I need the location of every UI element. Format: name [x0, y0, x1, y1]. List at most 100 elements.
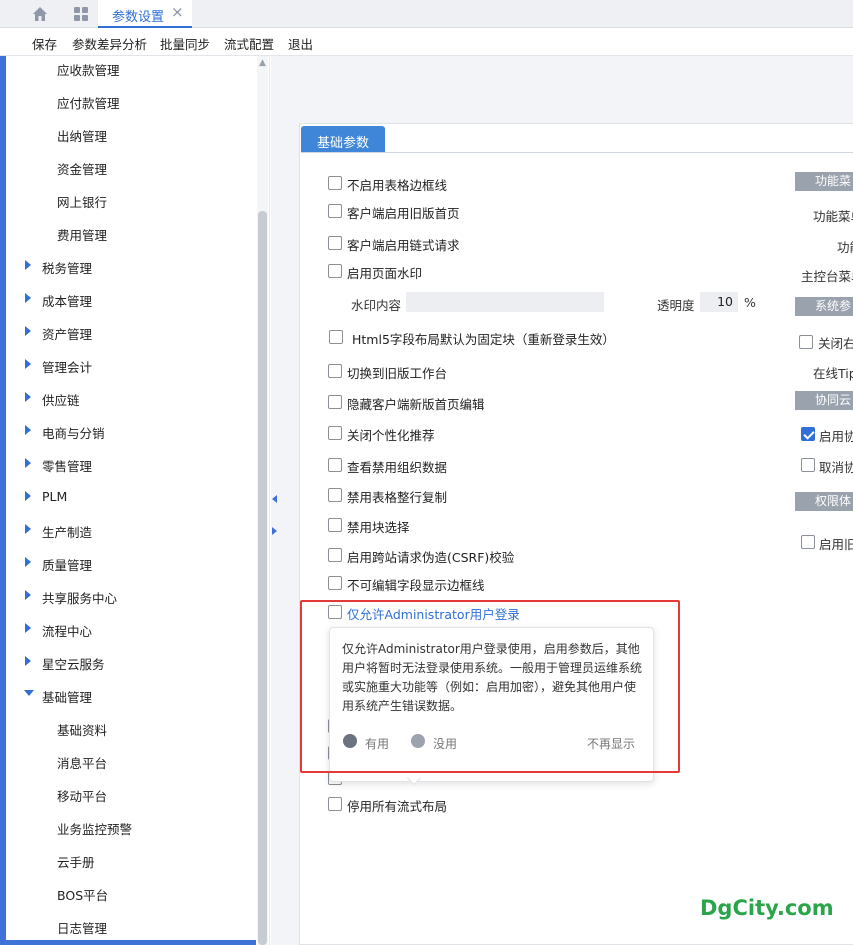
right-label: 主控台菜单 [801, 269, 853, 284]
option-label: 隐藏客户端新版首页编辑 [347, 397, 485, 412]
tab-basic-params[interactable]: 基础参数 [301, 126, 385, 153]
option-label: 客户端启用链式请求 [347, 238, 460, 253]
option-label: 启用页面水印 [347, 266, 423, 281]
option-checkbox[interactable] [328, 458, 342, 472]
sidebar-item[interactable]: 供应链 [42, 390, 80, 409]
option-label: 不可编辑字段显示边框线 [347, 578, 485, 593]
option-checkbox[interactable] [328, 797, 342, 811]
sidebar-item[interactable]: 应收款管理 [57, 60, 120, 79]
group-header-collab-cloud: 协同云 [795, 391, 853, 410]
sidebar-item[interactable]: 费用管理 [57, 225, 107, 244]
scroll-up-icon[interactable]: ▲ [258, 58, 267, 68]
sidebar-item[interactable]: 资金管理 [57, 159, 107, 178]
opacity-unit: % [744, 295, 756, 310]
sidebar-selected-indicator [6, 940, 256, 945]
param-diff-analysis-button[interactable]: 参数差异分析 [72, 34, 147, 53]
option-checkbox-checked[interactable] [801, 427, 815, 441]
expand-arrow-icon[interactable] [25, 260, 31, 270]
right-label: 启用协 [819, 429, 853, 444]
save-button[interactable]: 保存 [32, 34, 57, 53]
expand-arrow-icon[interactable] [25, 590, 31, 600]
option-checkbox[interactable] [328, 264, 342, 278]
expand-arrow-icon[interactable] [25, 557, 31, 567]
sidebar-item[interactable]: 资产管理 [42, 324, 92, 343]
right-label: 关闭右 [818, 336, 853, 351]
sidebar-item[interactable]: 业务监控预警 [57, 819, 132, 838]
option-checkbox[interactable] [328, 236, 342, 250]
sidebar-item[interactable]: 日志管理 [57, 918, 107, 937]
expand-arrow-icon[interactable] [25, 392, 31, 402]
option-checkbox[interactable] [328, 518, 342, 532]
option-label: 停用所有流式布局 [347, 799, 448, 814]
option-checkbox[interactable] [328, 395, 342, 409]
right-label: 功能菜单 [813, 209, 853, 224]
tab-label: 参数设置 [112, 10, 165, 25]
sidebar: 应收款管理 应付款管理 出纳管理 资金管理 网上银行 费用管理 税务管理 成本管… [0, 56, 270, 945]
flow-config-button[interactable]: 流式配置 [224, 34, 274, 53]
option-label: 客户端启用旧版首页 [347, 206, 460, 221]
option-checkbox[interactable] [799, 335, 813, 349]
option-checkbox[interactable] [328, 176, 342, 190]
option-checkbox[interactable] [328, 204, 342, 218]
sidebar-scrollbar-thumb[interactable] [258, 211, 267, 945]
group-header-function-menu: 功能菜 [795, 172, 853, 191]
sidebar-item[interactable]: 星空云服务 [42, 654, 105, 673]
sidebar-item-basic-management[interactable]: 基础管理 [42, 687, 92, 706]
expand-arrow-icon[interactable] [25, 623, 31, 633]
right-label: 在线Tip [813, 366, 853, 381]
sidebar-item[interactable]: 电商与分销 [42, 423, 105, 442]
option-checkbox[interactable] [801, 458, 815, 472]
expand-arrow-icon[interactable] [25, 524, 31, 534]
home-icon[interactable] [30, 4, 50, 24]
option-checkbox[interactable] [801, 535, 815, 549]
expand-arrow-icon[interactable] [25, 326, 31, 336]
panel-divider [301, 152, 853, 153]
expand-arrow-icon[interactable] [25, 293, 31, 303]
right-label: 功能 [837, 240, 853, 255]
sidebar-item[interactable]: BOS平台 [57, 885, 108, 904]
expand-arrow-icon[interactable] [25, 656, 31, 666]
watermark-content-label: 水印内容 [351, 298, 402, 313]
sidebar-item[interactable]: 移动平台 [57, 786, 107, 805]
sidebar-item[interactable]: PLM [42, 489, 67, 504]
option-checkbox[interactable] [328, 576, 342, 590]
opacity-input[interactable]: 10 [700, 292, 738, 312]
sidebar-item[interactable]: 消息平台 [57, 753, 107, 772]
sidebar-item[interactable]: 生产制造 [42, 522, 92, 541]
sidebar-item[interactable]: 应付款管理 [57, 93, 120, 112]
option-checkbox[interactable] [328, 548, 342, 562]
option-checkbox[interactable] [329, 330, 343, 344]
sidebar-item[interactable]: 共享服务中心 [42, 588, 117, 607]
sidebar-item[interactable]: 出纳管理 [57, 126, 107, 145]
option-label: 切换到旧版工作台 [347, 366, 448, 381]
expand-arrow-icon[interactable] [25, 458, 31, 468]
sidebar-item[interactable]: 网上银行 [57, 192, 107, 211]
right-label: 启用旧 [819, 537, 853, 552]
sidebar-item[interactable]: 零售管理 [42, 456, 92, 475]
sidebar-item[interactable]: 基础资料 [57, 720, 107, 739]
sidebar-item[interactable]: 云手册 [57, 852, 95, 871]
close-icon[interactable]: × [171, 4, 185, 20]
option-checkbox[interactable] [328, 488, 342, 502]
exit-button[interactable]: 退出 [288, 34, 313, 53]
collapse-arrow-icon[interactable] [24, 690, 34, 696]
expand-arrow-icon[interactable] [25, 425, 31, 435]
watermark-content-input[interactable] [406, 292, 604, 312]
sidebar-item[interactable]: 流程中心 [42, 621, 92, 640]
collapse-left-icon[interactable] [272, 495, 277, 503]
option-checkbox[interactable] [328, 426, 342, 440]
grid-apps-icon[interactable] [71, 4, 91, 24]
sidebar-item[interactable]: 税务管理 [42, 258, 92, 277]
expand-arrow-icon[interactable] [25, 359, 31, 369]
option-label: 启用跨站请求伪造(CSRF)校验 [347, 550, 515, 565]
sidebar-item[interactable]: 质量管理 [42, 555, 92, 574]
batch-sync-button[interactable]: 批量同步 [160, 34, 210, 53]
group-header-system-params: 系统参 [795, 297, 853, 316]
tab-parameter-settings[interactable]: 参数设置 × [98, 0, 192, 28]
sidebar-item[interactable]: 成本管理 [42, 291, 92, 310]
expand-arrow-icon[interactable] [25, 491, 31, 501]
sidebar-item[interactable]: 管理会计 [42, 357, 92, 376]
option-label: 禁用表格整行复制 [347, 490, 448, 505]
option-checkbox[interactable] [328, 364, 342, 378]
expand-right-icon[interactable] [272, 527, 277, 535]
